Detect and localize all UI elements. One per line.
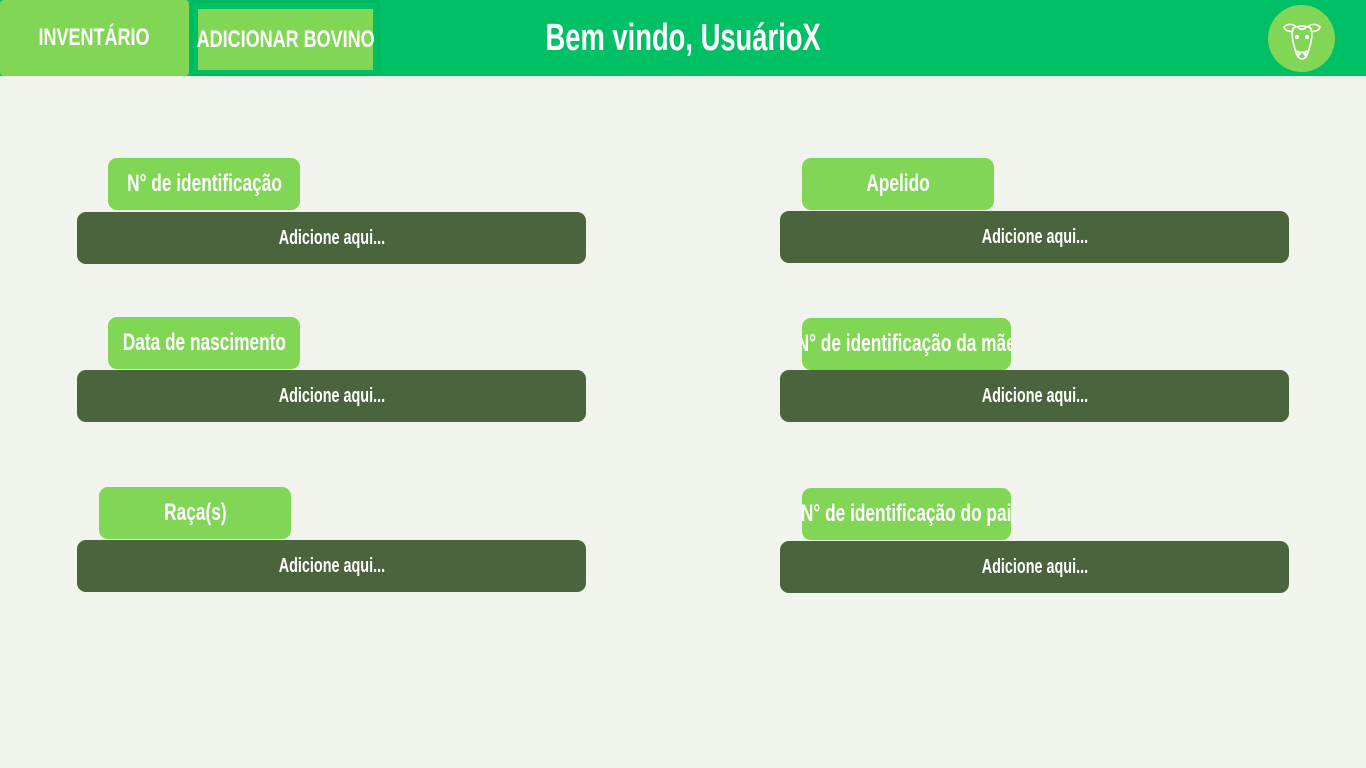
nav-adicionar-bovino-button[interactable]: ADICIONAR BOVINO [190,0,380,76]
apelido-label-text: Apelido [866,170,930,197]
top-bar: INVENTÁRIO ADICIONAR BOVINO Bem vindo, U… [0,0,1366,76]
cow-head-icon [1282,23,1321,60]
welcome-title: Bem vindo, UsuárioX [520,0,846,76]
id-label-text: N° de identificação [126,170,282,197]
raca-input-placeholder: Adicione aqui... [278,554,385,577]
pai-label-text: N° de identificação do pai [802,500,1011,527]
apelido-input[interactable]: Adicione aqui... [780,211,1289,263]
nav-adicionar-bovino-label: ADICIONAR BOVINO [196,25,375,53]
profile-avatar[interactable] [1268,5,1335,72]
nav-adicionar-bovino-highlight: ADICIONAR BOVINO [196,9,375,70]
apelido-input-placeholder: Adicione aqui... [981,225,1088,248]
pai-input[interactable]: Adicione aqui... [780,541,1289,593]
pai-input-placeholder: Adicione aqui... [981,555,1088,578]
id-label: N° de identificação [108,158,300,210]
mae-input[interactable]: Adicione aqui... [780,370,1289,422]
nav-inventario-label: INVENTÁRIO [38,24,150,51]
mae-label-text: N° de identificação da mãe [802,330,1011,357]
mae-label: N° de identificação da mãe [802,318,1011,370]
mae-input-placeholder: Adicione aqui... [981,384,1088,407]
nav-inventario-button[interactable]: INVENTÁRIO [0,0,189,76]
nascimento-label-text: Data de nascimento [122,329,286,356]
raca-input[interactable]: Adicione aqui... [77,540,586,592]
pai-label: N° de identificação do pai [802,488,1011,540]
apelido-label: Apelido [802,158,994,210]
welcome-text: Bem vindo, UsuárioX [545,16,821,59]
raca-label: Raça(s) [99,487,291,539]
id-input[interactable]: Adicione aqui... [77,212,586,264]
id-input-placeholder: Adicione aqui... [278,226,385,249]
nascimento-input[interactable]: Adicione aqui... [77,370,586,422]
nascimento-label: Data de nascimento [108,317,300,369]
raca-label-text: Raça(s) [163,499,227,526]
nascimento-input-placeholder: Adicione aqui... [278,384,385,407]
